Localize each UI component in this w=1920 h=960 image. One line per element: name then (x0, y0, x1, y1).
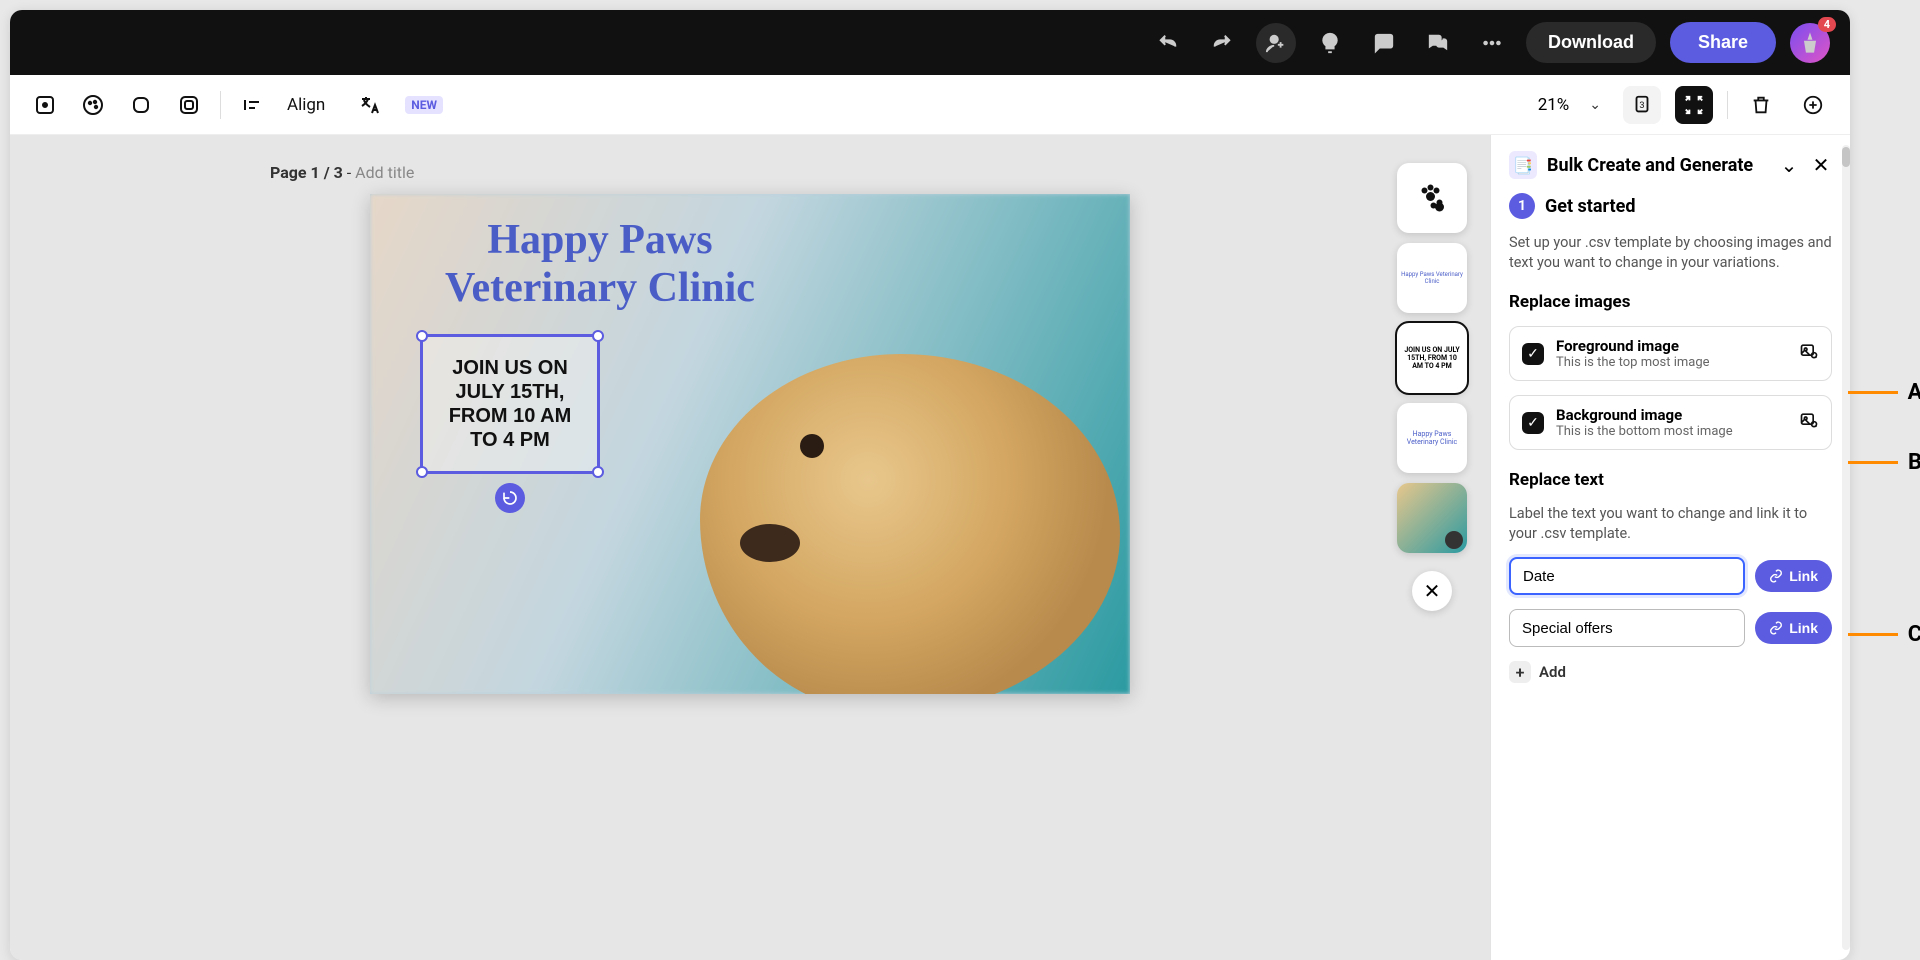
link-label: Link (1789, 620, 1818, 636)
layers-panel: Happy Paws Veterinary Clinic JOIN US ON … (1394, 163, 1470, 611)
layer-item[interactable] (1397, 483, 1467, 553)
layer-thumb-label: Happy Paws Veterinary Clinic (1401, 430, 1463, 446)
resize-button[interactable] (1675, 86, 1713, 124)
color-tool[interactable] (76, 88, 110, 122)
panel-close-button[interactable]: ✕ (1810, 153, 1832, 177)
rotate-handle[interactable] (495, 483, 525, 513)
layer-badge-icon (1445, 531, 1463, 549)
frame-tool[interactable] (172, 88, 206, 122)
card-title: Background image (1556, 406, 1733, 424)
zoom-chevron-icon[interactable]: ⌄ (1589, 97, 1601, 113)
checkbox-foreground[interactable]: ✓ (1522, 343, 1544, 365)
toolbar: Align NEW 21% ⌄ 3 (10, 75, 1850, 135)
page-number: Page 1 / 3 (270, 163, 343, 182)
text-field-row: Link (1509, 557, 1832, 595)
translate-tool[interactable] (353, 88, 387, 122)
search-image-icon[interactable] (1799, 410, 1819, 435)
select-tool[interactable] (28, 88, 62, 122)
poster-title-text[interactable]: Happy Paws Veterinary Clinic (410, 216, 790, 313)
step-title: Get started (1545, 196, 1636, 217)
add-text-field-button[interactable]: + Add (1509, 661, 1832, 683)
panel-scrollbar[interactable] (1842, 145, 1850, 950)
selected-text-element[interactable]: JOIN US ON JULY 15TH, FROM 10 AM TO 4 PM (420, 334, 600, 474)
more-icon[interactable] (1472, 23, 1512, 63)
align-label: Align (287, 95, 325, 115)
comment-icon[interactable] (1364, 23, 1404, 63)
shape-tool[interactable] (124, 88, 158, 122)
checkbox-background[interactable]: ✓ (1522, 412, 1544, 434)
panel-collapse-chevron[interactable]: ⌄ (1778, 153, 1800, 177)
canvas-poster[interactable]: Happy Paws Veterinary Clinic JOIN US ON … (370, 194, 1130, 694)
svg-text:3: 3 (1639, 100, 1644, 110)
divider (220, 91, 221, 119)
text-label-input-date[interactable] (1509, 557, 1745, 595)
layer-item[interactable] (1397, 163, 1467, 233)
close-layers-button[interactable]: ✕ (1412, 571, 1452, 611)
callout-a: A (1848, 380, 1920, 405)
selected-text-content: JOIN US ON JULY 15TH, FROM 10 AM TO 4 PM (449, 356, 572, 452)
link-label: Link (1789, 568, 1818, 584)
step-header: 1 Get started (1509, 193, 1832, 219)
page-sep: - (343, 163, 355, 182)
foreground-image-card[interactable]: ✓ Foreground image This is the top most … (1509, 326, 1832, 381)
resize-handle-tr[interactable] (592, 330, 604, 342)
replace-text-heading: Replace text (1509, 470, 1832, 490)
delete-button[interactable] (1742, 86, 1780, 124)
invite-user-button[interactable] (1256, 23, 1296, 63)
add-page-button[interactable] (1794, 86, 1832, 124)
align-icon[interactable] (235, 88, 269, 122)
annotation-callouts: A B C (1850, 10, 1920, 960)
layer-thumb-label: JOIN US ON JULY 15TH, FROM 10 AM TO 4 PM (1401, 346, 1463, 370)
pages-button[interactable]: 3 (1623, 86, 1661, 124)
page-breadcrumb[interactable]: Page 1 / 3 - Add title (270, 163, 414, 182)
chat-icon[interactable] (1418, 23, 1458, 63)
panel-header: 📑 Bulk Create and Generate ⌄ ✕ (1509, 151, 1832, 179)
card-subtitle: This is the top most image (1556, 355, 1710, 370)
plus-icon: + (1509, 661, 1531, 683)
zoom-level[interactable]: 21% (1538, 95, 1570, 115)
canvas-column[interactable]: Page 1 / 3 - Add title Happy Paws Veteri… (10, 135, 1490, 960)
resize-handle-bl[interactable] (416, 466, 428, 478)
app-window: Download Share Align (10, 10, 1850, 960)
text-label-input-offers[interactable] (1509, 609, 1745, 647)
background-image-card[interactable]: ✓ Background image This is the bottom mo… (1509, 395, 1832, 450)
panel-header-icon: 📑 (1509, 151, 1537, 179)
callout-c: C (1848, 622, 1920, 647)
divider (1727, 91, 1728, 119)
step-number: 1 (1509, 193, 1535, 219)
link-button-offers[interactable]: Link (1755, 612, 1832, 644)
topbar: Download Share (10, 10, 1850, 75)
resize-handle-br[interactable] (592, 466, 604, 478)
resize-handle-tl[interactable] (416, 330, 428, 342)
bulk-create-panel: 📑 Bulk Create and Generate ⌄ ✕ 1 Get sta… (1490, 135, 1850, 960)
share-button[interactable]: Share (1670, 22, 1776, 63)
layer-item-selected[interactable]: JOIN US ON JULY 15TH, FROM 10 AM TO 4 PM (1397, 323, 1467, 393)
undo-button[interactable] (1148, 23, 1188, 63)
layer-item[interactable]: Happy Paws Veterinary Clinic (1397, 403, 1467, 473)
step-description: Set up your .csv template by choosing im… (1509, 233, 1832, 272)
text-field-row: Link (1509, 609, 1832, 647)
card-subtitle: This is the bottom most image (1556, 424, 1733, 439)
download-button[interactable]: Download (1526, 22, 1656, 63)
card-title: Foreground image (1556, 337, 1710, 355)
redo-button[interactable] (1202, 23, 1242, 63)
panel-title: Bulk Create and Generate (1547, 155, 1768, 176)
link-button-date[interactable]: Link (1755, 560, 1832, 592)
layer-item[interactable]: Happy Paws Veterinary Clinic (1397, 243, 1467, 313)
add-label: Add (1539, 663, 1566, 681)
callout-b: B (1848, 450, 1920, 475)
replace-text-desc: Label the text you want to change and li… (1509, 504, 1832, 543)
new-badge: NEW (405, 96, 443, 114)
work-area: Page 1 / 3 - Add title Happy Paws Veteri… (10, 135, 1850, 960)
search-image-icon[interactable] (1799, 341, 1819, 366)
avatar[interactable] (1790, 23, 1830, 63)
lightbulb-icon[interactable] (1310, 23, 1350, 63)
layer-thumb-label: Happy Paws Veterinary Clinic (1401, 271, 1463, 285)
replace-images-heading: Replace images (1509, 292, 1832, 312)
page-title-placeholder: Add title (355, 163, 414, 182)
